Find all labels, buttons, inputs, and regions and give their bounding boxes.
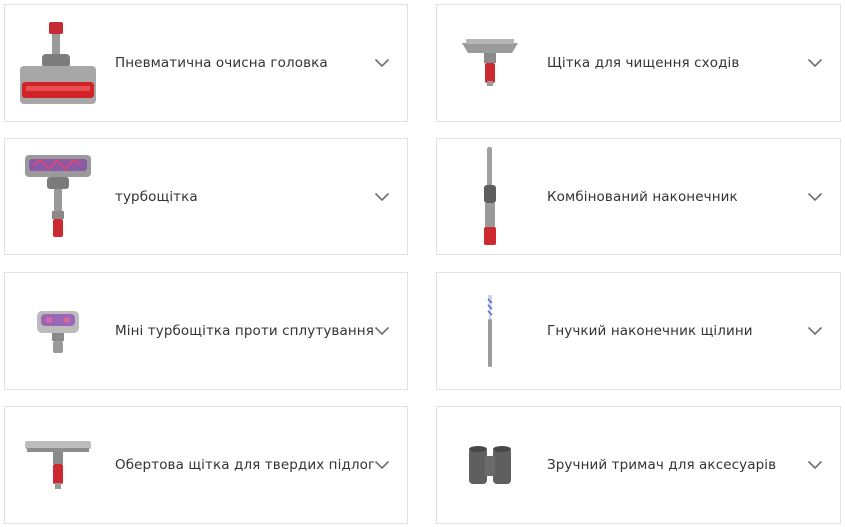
accessory-card-combination-tool[interactable]: Комбінований наконечник — [436, 138, 841, 255]
accessory-name: Гнучкий наконечник щілини — [547, 323, 753, 339]
accessory-name: Пневматична очисна головка — [115, 55, 328, 71]
chevron-down-icon[interactable] — [374, 192, 390, 202]
chevron-down-icon[interactable] — [374, 460, 390, 470]
accessory-name: Щітка для чищення сходів — [547, 55, 740, 71]
chevron-down-icon[interactable] — [807, 326, 823, 336]
mini-turbo-brush-icon — [13, 281, 103, 381]
accessory-card-stair-tool[interactable]: Щітка для чищення сходів — [436, 4, 841, 122]
accessory-card-holder[interactable]: Зручний тримач для аксесуарів — [436, 406, 841, 524]
accessory-card-crevice-tool[interactable]: Гнучкий наконечник щілини — [436, 272, 841, 390]
chevron-down-icon[interactable] — [374, 326, 390, 336]
accessory-name: Комбінований наконечник — [547, 188, 738, 205]
chevron-down-icon[interactable] — [807, 192, 823, 202]
accessory-card-turbo-brush[interactable]: турбощітка — [4, 138, 408, 255]
hard-floor-brush-icon — [13, 415, 103, 515]
turbo-brush-icon — [13, 147, 103, 247]
chevron-down-icon[interactable] — [807, 58, 823, 68]
combination-tool-icon — [445, 146, 535, 247]
chevron-down-icon[interactable] — [374, 58, 390, 68]
accessories-grid: Пневматична очисна головка Щітка для чищ… — [0, 0, 845, 527]
accessory-name: турбощітка — [115, 188, 198, 205]
accessory-name: Зручний тримач для аксесуарів — [547, 457, 777, 473]
accessory-name: Міні турбощітка проти сплутування — [115, 323, 374, 339]
stair-tool-icon — [445, 13, 535, 113]
accessory-name: Обертова щітка для твердих підлог — [115, 457, 374, 473]
accessory-holder-icon — [445, 415, 535, 515]
chevron-down-icon[interactable] — [807, 460, 823, 470]
motorhead-icon — [13, 13, 103, 113]
accessory-card-hard-floor[interactable]: Обертова щітка для твердих підлог — [4, 406, 408, 524]
accessory-card-motorhead[interactable]: Пневматична очисна головка — [4, 4, 408, 122]
accessory-card-mini-turbo[interactable]: Міні турбощітка проти сплутування — [4, 272, 408, 390]
crevice-tool-icon — [445, 281, 535, 381]
